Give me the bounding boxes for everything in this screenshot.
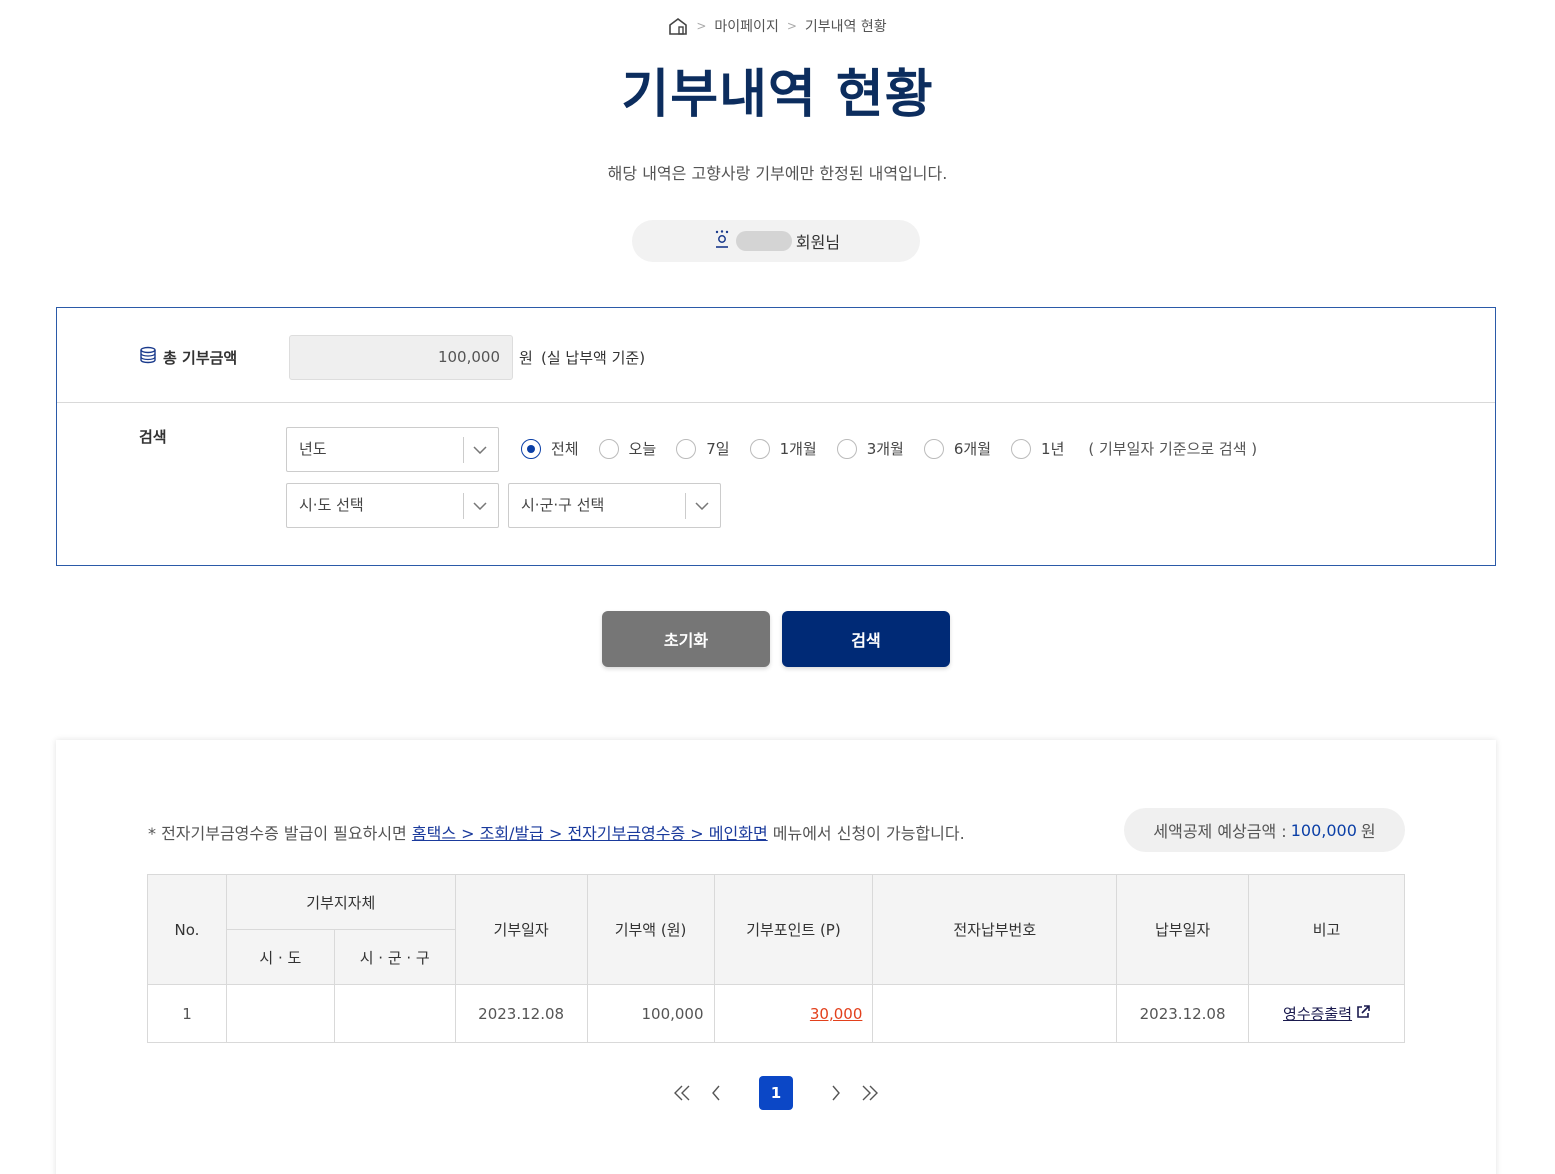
radio-button[interactable] — [598, 438, 619, 459]
page-number-current[interactable]: 1 — [759, 1076, 793, 1110]
page-title: 기부내역 현황 — [621, 65, 934, 125]
point-link[interactable]: 30,000 — [810, 1005, 863, 1023]
last-page-icon[interactable] — [853, 1076, 887, 1110]
pagination: 1 — [56, 1076, 1496, 1110]
tax-deduction-label: 세액공제 예상금액 : — [1153, 822, 1287, 841]
breadcrumb-separator: > — [696, 19, 707, 33]
chevron-down-icon — [692, 484, 712, 527]
breadcrumb-current: 기부내역 현황 — [804, 19, 887, 35]
radio-label: 7일 — [706, 440, 730, 458]
cell-amount: 100,000 — [586, 984, 715, 1043]
radio-period-6m[interactable]: 6개월 — [923, 438, 992, 459]
cell-sido — [225, 984, 335, 1043]
radio-button[interactable] — [1011, 438, 1032, 459]
radio-period-1m[interactable]: 1개월 — [749, 438, 817, 459]
member-name-masked — [735, 231, 792, 251]
donation-table: No. 기부지자체 기부일자 기부액 (원) 기부포인트 (P) 전자납부번호 … — [147, 874, 1405, 1043]
radio-button[interactable] — [749, 438, 770, 459]
user-badge-icon — [712, 229, 732, 253]
breadcrumb-mypage[interactable]: 마이페이지 — [714, 16, 778, 36]
cell-remark: 영수증출력 — [1248, 984, 1405, 1043]
home-icon[interactable] — [668, 17, 688, 35]
radio-button[interactable] — [676, 438, 697, 459]
period-note: ( 기부일자 기준으로 검색 ) — [1088, 440, 1258, 458]
radio-period-all[interactable]: 전체 — [521, 438, 579, 459]
radio-period-3m[interactable]: 3개월 — [836, 438, 904, 459]
sido-select[interactable]: 시·도 선택 — [286, 483, 499, 528]
cell-no: 1 — [147, 984, 227, 1043]
radio-period-today[interactable]: 오늘 — [598, 438, 657, 459]
radio-button-checked[interactable] — [521, 438, 541, 459]
external-link-icon — [1356, 1004, 1370, 1023]
member-suffix: 회원님 — [795, 233, 841, 252]
period-radio-group: 전체 오늘 7일 1개월 3개월 6개월 1년 ( 기부일자 기준으로 검색 ) — [521, 438, 1257, 459]
radio-label: 1년 — [1041, 440, 1065, 458]
result-panel: * 전자기부금영수증 발급이 필요하시면 홈택스 > 조회/발급 > 전자기부금… — [56, 740, 1496, 1174]
receipt-print-link[interactable]: 영수증출력 — [1283, 1003, 1370, 1024]
col-date: 기부일자 — [454, 874, 588, 985]
receipt-notice: * 전자기부금영수증 발급이 필요하시면 홈택스 > 조회/발급 > 전자기부금… — [148, 820, 965, 844]
first-page-icon[interactable] — [665, 1076, 699, 1110]
radio-label: 3개월 — [866, 440, 904, 458]
coins-icon — [139, 346, 157, 368]
tax-deduction-amount: 100,000 — [1290, 820, 1357, 840]
radio-label: 전체 — [551, 440, 579, 458]
page-subtitle: 해당 내역은 고향사랑 기부에만 한정된 내역입니다. — [607, 164, 948, 183]
col-amount: 기부액 (원) — [586, 874, 715, 985]
cell-paydate: 2023.12.08 — [1116, 984, 1250, 1043]
col-remark: 비고 — [1248, 874, 1405, 985]
hometax-link[interactable]: 홈택스 > 조회/발급 > 전자기부금영수증 > 메인화면 — [412, 824, 768, 843]
total-donation-row: 총 기부금액 100,000 원 (실 납부액 기준) — [57, 308, 1495, 403]
chevron-down-icon — [470, 428, 490, 471]
year-select-value: 년도 — [299, 440, 327, 458]
col-no: No. — [147, 874, 227, 985]
total-donation-label-text: 총 기부금액 — [163, 348, 238, 367]
reset-button[interactable]: 초기화 — [602, 611, 770, 667]
search-panel: 총 기부금액 100,000 원 (실 납부액 기준) 검색 년도 전체 오늘 … — [56, 307, 1496, 566]
col-paydate: 납부일자 — [1116, 874, 1250, 985]
search-button[interactable]: 검색 — [782, 611, 950, 667]
sigungu-select-value: 시·군·구 선택 — [521, 496, 605, 514]
prev-page-icon[interactable] — [699, 1076, 733, 1110]
cell-sigungu — [333, 984, 456, 1043]
radio-button[interactable] — [923, 438, 944, 459]
receipt-print-label: 영수증출력 — [1283, 1005, 1353, 1023]
radio-period-1y[interactable]: 1년 — [1011, 438, 1064, 459]
col-sido: 시 · 도 — [225, 929, 335, 985]
cell-date: 2023.12.08 — [454, 984, 588, 1043]
col-org: 기부지자체 — [225, 874, 456, 930]
col-point: 기부포인트 (P) — [713, 874, 874, 985]
radio-button[interactable] — [836, 438, 857, 459]
select-divider — [685, 493, 686, 519]
total-donation-note: (실 납부액 기준) — [541, 349, 646, 367]
total-donation-label: 총 기부금액 — [139, 346, 237, 368]
year-select[interactable]: 년도 — [286, 427, 499, 472]
radio-label: 6개월 — [953, 440, 992, 458]
chevron-down-icon — [470, 484, 490, 527]
breadcrumb-separator: > — [786, 19, 797, 33]
total-donation-field: 100,000 — [289, 335, 513, 380]
tax-deduction-unit: 원 — [1360, 822, 1376, 841]
table-row: 1 2023.12.08 100,000 30,000 2023.12.08 영… — [147, 984, 1405, 1043]
select-divider — [463, 493, 464, 519]
member-badge: 회원님 — [632, 220, 920, 262]
col-sigungu: 시 · 군 · 구 — [333, 929, 456, 985]
select-divider — [463, 437, 464, 463]
notice-prefix: * 전자기부금영수증 발급이 필요하시면 — [148, 824, 412, 843]
tax-deduction-badge: 세액공제 예상금액 : 100,000 원 — [1124, 808, 1405, 852]
next-page-icon[interactable] — [819, 1076, 853, 1110]
cell-epay — [872, 984, 1118, 1043]
radio-period-7d[interactable]: 7일 — [676, 438, 730, 459]
cell-point: 30,000 — [713, 984, 874, 1043]
radio-label: 오늘 — [628, 440, 657, 458]
notice-suffix: 메뉴에서 신청이 가능합니다. — [767, 824, 965, 843]
breadcrumb: > 마이페이지 > 기부내역 현황 — [0, 16, 1555, 36]
radio-label: 1개월 — [779, 440, 817, 458]
sigungu-select[interactable]: 시·군·구 선택 — [508, 483, 721, 528]
search-label: 검색 — [139, 428, 167, 446]
total-donation-unit: 원 — [519, 349, 533, 367]
col-epay: 전자납부번호 — [872, 874, 1118, 985]
sido-select-value: 시·도 선택 — [299, 496, 364, 514]
